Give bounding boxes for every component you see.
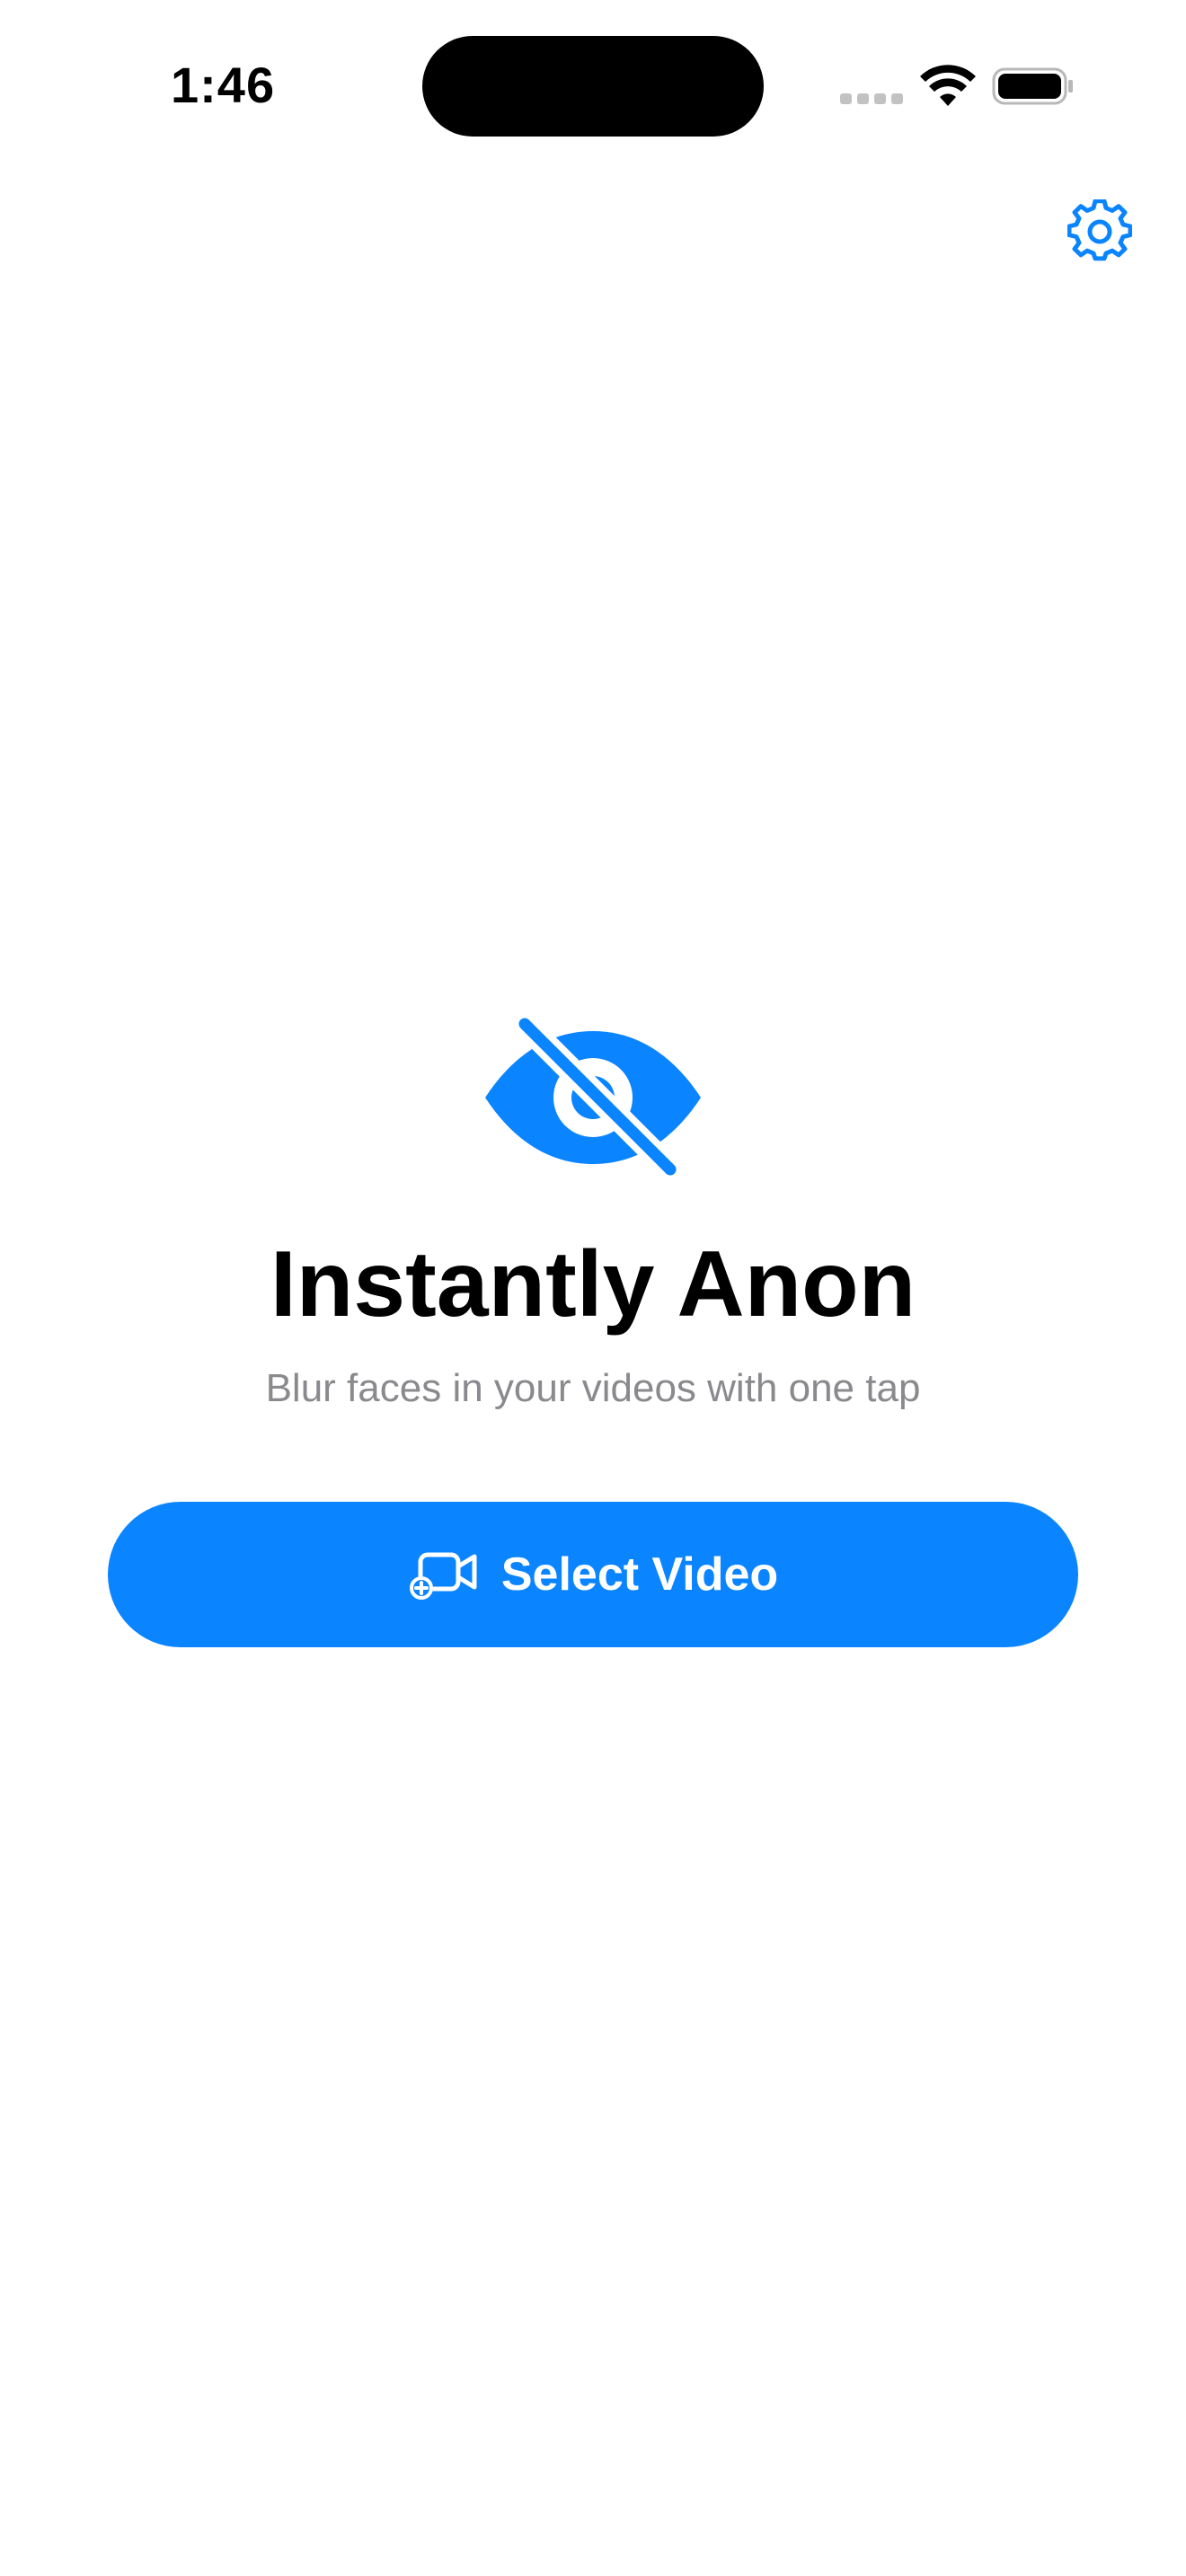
settings-button[interactable] (1067, 198, 1133, 264)
battery-icon (992, 67, 1073, 105)
cellular-signal-icon (840, 93, 903, 106)
select-video-button[interactable]: Select Video (108, 1502, 1078, 1647)
eye-slash-icon (485, 1015, 701, 1180)
video-badge-plus-icon (409, 1552, 477, 1600)
select-video-label: Select Video (500, 1548, 779, 1601)
wifi-icon (920, 65, 976, 106)
app-subtitle: Blur faces in your videos with one tap (265, 1366, 921, 1410)
gear-icon (1067, 198, 1133, 261)
status-time: 1:46 (171, 57, 276, 113)
app-title: Instantly Anon (270, 1232, 916, 1337)
dynamic-island (422, 36, 764, 137)
status-bar: 1:46 (0, 0, 1186, 180)
